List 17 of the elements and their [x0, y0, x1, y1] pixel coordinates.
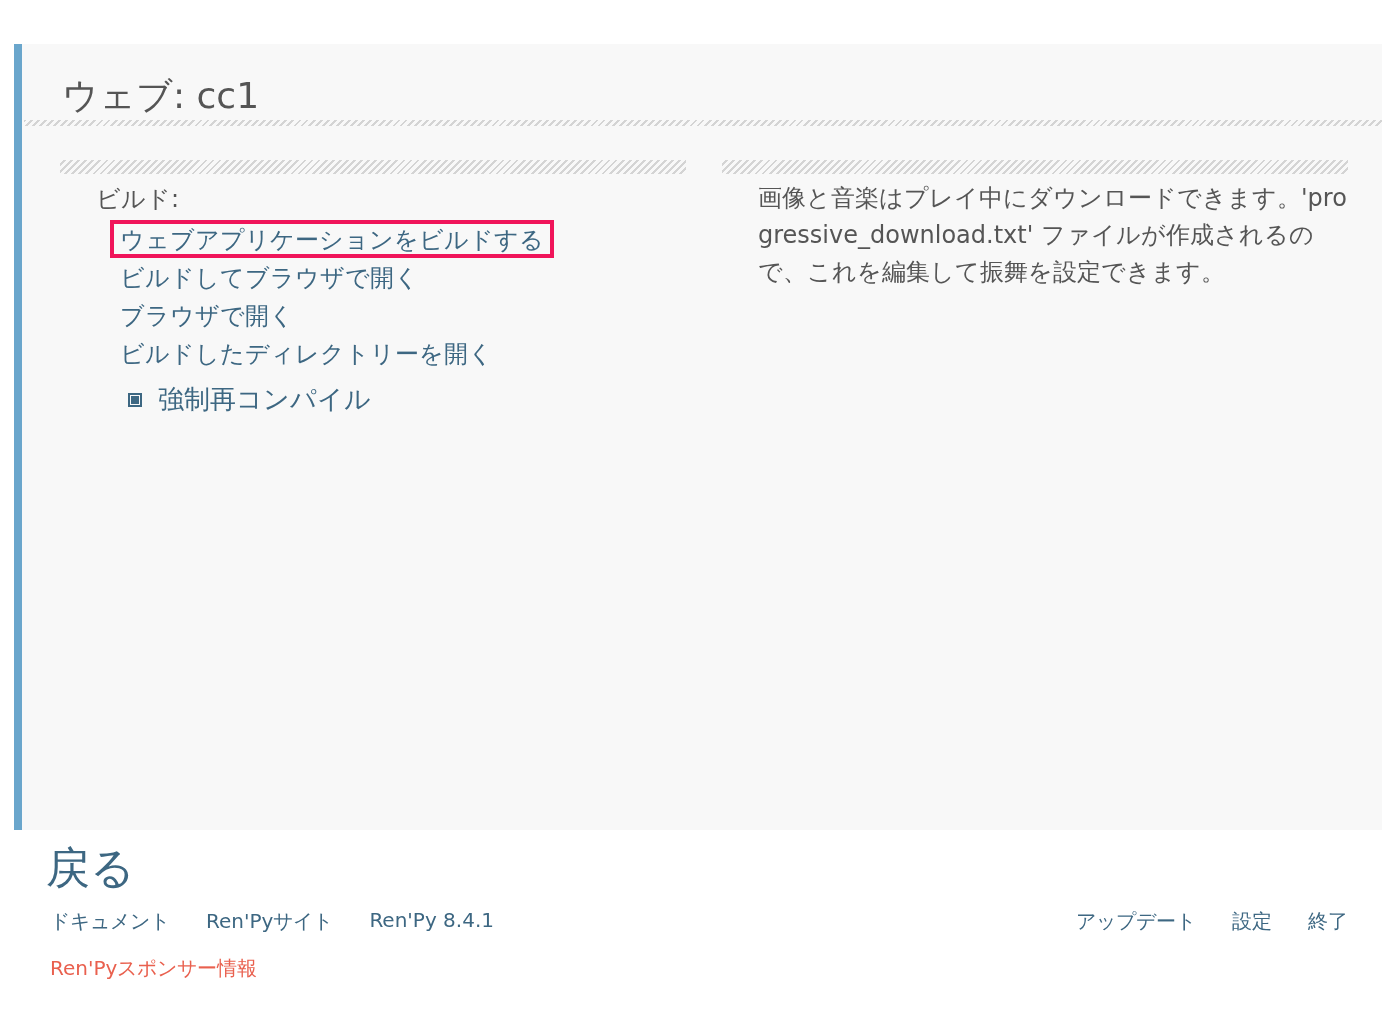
- build-action-link[interactable]: ウェブアプリケーションをビルドする: [110, 220, 554, 258]
- build-action-link[interactable]: ブラウザで開く: [110, 296, 304, 334]
- footer-link[interactable]: Ren'Pyサイト: [206, 908, 334, 935]
- footer-link[interactable]: 設定: [1232, 908, 1272, 935]
- checkbox-label[interactable]: 強制再コンパイル: [158, 382, 371, 417]
- description-text: 画像と音楽はプレイ中にダウンロードできます。'progressive_download.txt' ファイルが作成されるので、これを編集して振舞を設定できます。: [758, 183, 1348, 288]
- build-action-link[interactable]: ビルドしてブラウザで開く: [110, 258, 429, 296]
- sponsor-link[interactable]: Ren'Pyスポンサー情報: [50, 955, 258, 982]
- page-title: ウェブ: cc1: [61, 74, 261, 118]
- checkbox[interactable]: [128, 392, 142, 407]
- build-action-link[interactable]: ビルドしたディレクトリーを開く: [110, 334, 503, 372]
- back-link[interactable]: 戻る: [46, 838, 135, 898]
- footer-link[interactable]: Ren'Py 8.4.1: [369, 908, 494, 935]
- section-label: ビルド:: [96, 184, 181, 214]
- footer-link[interactable]: アップデート: [1076, 908, 1196, 935]
- footer-link[interactable]: ドキュメント: [50, 908, 170, 935]
- footer-link[interactable]: 終了: [1308, 908, 1348, 935]
